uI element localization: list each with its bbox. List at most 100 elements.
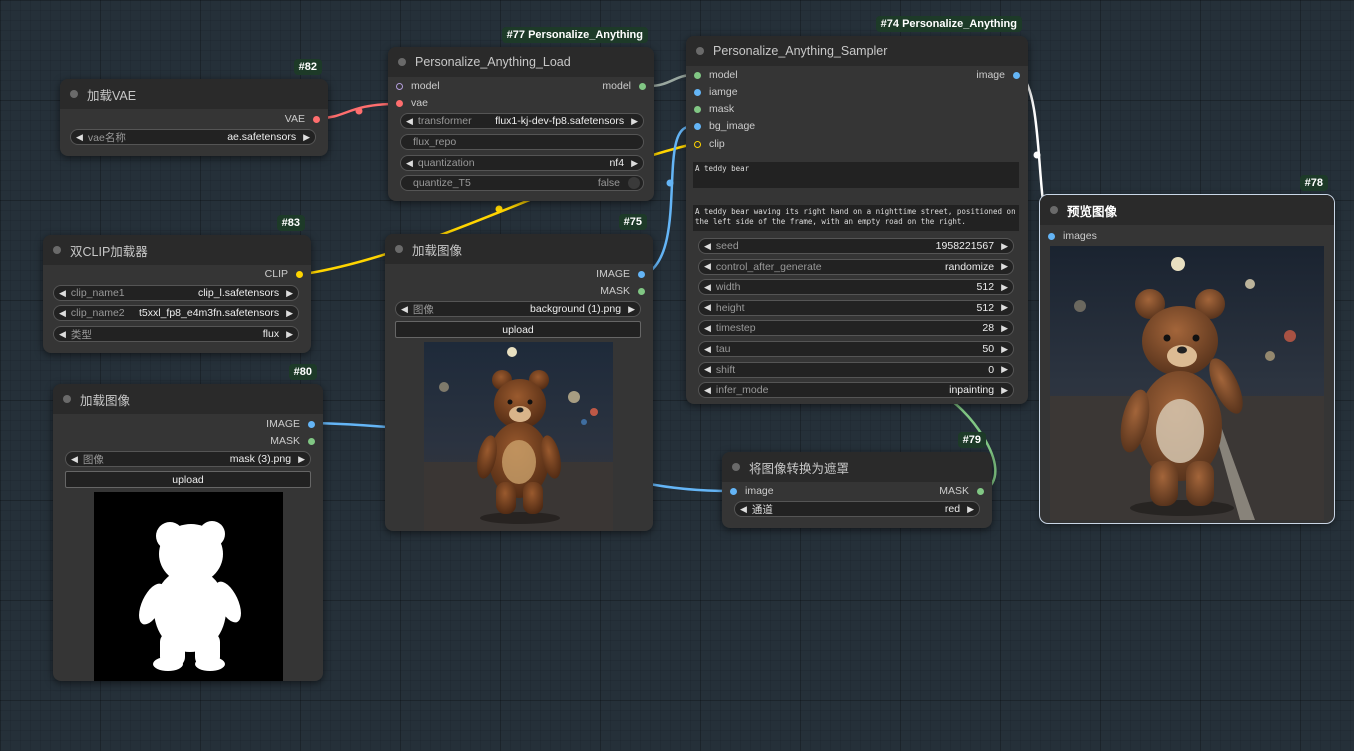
slot-dot-icon[interactable] [694, 122, 701, 130]
node-image-to-mask[interactable]: #79 将图像转换为遮罩 image MASK ◀ 通道 red ▶ [722, 432, 992, 528]
arrow-right-icon[interactable]: ▶ [298, 132, 315, 143]
input-slot-mask[interactable]: mask [694, 102, 734, 116]
slot-dot-icon[interactable] [396, 82, 403, 90]
output-slot-clip[interactable]: CLIP [265, 267, 303, 281]
slot-dot-icon[interactable] [308, 420, 315, 428]
widget-image-select[interactable]: ◀ 图像 background (1).png ▶ [395, 301, 641, 317]
arrow-left-icon[interactable]: ◀ [54, 329, 71, 340]
widget-transformer[interactable]: ◀ transformer flux1-kj-dev-fp8.safetenso… [400, 113, 644, 129]
arrow-left-icon[interactable]: ◀ [66, 454, 83, 465]
output-slot-model[interactable]: model [602, 79, 646, 93]
arrow-left-icon[interactable]: ◀ [699, 385, 716, 396]
arrow-right-icon[interactable]: ▶ [623, 304, 640, 315]
widget-type[interactable]: ◀ 类型 flux ▶ [53, 326, 299, 342]
output-slot-image[interactable]: image [976, 68, 1020, 82]
node-vae-loader[interactable]: #82 加载VAE VAE ◀ vae名称 ae.safetensors ▶ [60, 59, 328, 156]
input-slot-clip[interactable]: clip [694, 137, 725, 151]
slot-dot-icon[interactable] [694, 71, 701, 79]
widget-clip-name2[interactable]: ◀ clip_name2 t5xxl_fp8_e4m3fn.safetensor… [53, 305, 299, 321]
slot-dot-icon[interactable] [694, 140, 701, 148]
arrow-left-icon[interactable]: ◀ [699, 344, 716, 355]
node-dual-clip-loader[interactable]: #83 双CLIP加载器 CLIP ◀ clip_name1 clip_l.sa… [43, 215, 311, 353]
input-slot-bg-image[interactable]: bg_image [694, 119, 755, 133]
collapse-dot-icon[interactable] [732, 463, 740, 471]
output-slot-mask[interactable]: MASK [270, 434, 315, 448]
widget-timestep[interactable]: ◀ timestep 28 ▶ [698, 320, 1014, 337]
node-header[interactable]: 加载VAE [60, 79, 328, 109]
slot-dot-icon[interactable] [694, 105, 701, 113]
node-header[interactable]: 预览图像 [1040, 195, 1334, 225]
arrow-left-icon[interactable]: ◀ [699, 241, 716, 252]
arrow-right-icon[interactable]: ▶ [996, 323, 1013, 334]
arrow-right-icon[interactable]: ▶ [996, 385, 1013, 396]
slot-dot-icon[interactable] [296, 270, 303, 278]
upload-button[interactable]: upload [65, 471, 311, 488]
collapse-dot-icon[interactable] [53, 246, 61, 254]
slot-dot-icon[interactable] [638, 270, 645, 278]
widget-quantization[interactable]: ◀ quantization nf4 ▶ [400, 155, 644, 171]
collapse-dot-icon[interactable] [398, 58, 406, 66]
widget-control-after-generate[interactable]: ◀ control_after_generate randomize ▶ [698, 258, 1014, 275]
output-slot-image[interactable]: IMAGE [596, 267, 645, 281]
arrow-left-icon[interactable]: ◀ [699, 364, 716, 375]
widget-vae-name[interactable]: ◀ vae名称 ae.safetensors ▶ [70, 129, 316, 145]
arrow-right-icon[interactable]: ▶ [281, 308, 298, 319]
collapse-dot-icon[interactable] [696, 47, 704, 55]
collapse-dot-icon[interactable] [70, 90, 78, 98]
slot-dot-icon[interactable] [730, 487, 737, 495]
output-slot-image[interactable]: IMAGE [266, 417, 315, 431]
toggle-knob-icon[interactable] [628, 177, 640, 189]
node-header[interactable]: 加载图像 [53, 384, 323, 414]
arrow-left-icon[interactable]: ◀ [54, 308, 71, 319]
widget-channel[interactable]: ◀ 通道 red ▶ [734, 501, 980, 517]
arrow-right-icon[interactable]: ▶ [962, 504, 979, 515]
arrow-left-icon[interactable]: ◀ [71, 132, 88, 143]
slot-dot-icon[interactable] [396, 99, 403, 107]
output-slot-mask[interactable]: MASK [939, 484, 984, 498]
arrow-right-icon[interactable]: ▶ [626, 116, 643, 127]
arrow-left-icon[interactable]: ◀ [699, 323, 716, 334]
input-slot-iamge[interactable]: iamge [694, 85, 738, 99]
collapse-dot-icon[interactable] [63, 395, 71, 403]
upload-button[interactable]: upload [395, 321, 641, 338]
arrow-left-icon[interactable]: ◀ [699, 282, 716, 293]
slot-dot-icon[interactable] [639, 82, 646, 90]
output-slot-mask[interactable]: MASK [600, 284, 645, 298]
arrow-right-icon[interactable]: ▶ [996, 344, 1013, 355]
output-slot-vae[interactable]: VAE [285, 112, 320, 126]
node-header[interactable]: 加载图像 [385, 234, 653, 264]
slot-dot-icon[interactable] [977, 487, 984, 495]
widget-shift[interactable]: ◀ shift 0 ▶ [698, 361, 1014, 378]
slot-dot-icon[interactable] [308, 437, 315, 445]
arrow-left-icon[interactable]: ◀ [735, 504, 752, 515]
arrow-right-icon[interactable]: ▶ [996, 261, 1013, 272]
node-load-image-background[interactable]: #75 加载图像 IMAGE MASK ◀ 图像 background (1).… [385, 214, 653, 531]
arrow-right-icon[interactable]: ▶ [996, 302, 1013, 313]
input-slot-images[interactable]: images [1048, 229, 1097, 243]
node-personalize-anything-sampler[interactable]: #74 Personalize_Anything Personalize_Any… [686, 16, 1028, 404]
widget-flux-repo-input[interactable]: flux_repo [400, 134, 644, 150]
arrow-right-icon[interactable]: ▶ [281, 329, 298, 340]
arrow-left-icon[interactable]: ◀ [401, 116, 418, 127]
node-header[interactable]: 将图像转换为遮罩 [722, 452, 992, 482]
widget-seed[interactable]: ◀ seed 1958221567 ▶ [698, 238, 1014, 254]
widget-width[interactable]: ◀ width 512 ▶ [698, 279, 1014, 296]
slot-dot-icon[interactable] [1048, 232, 1055, 240]
node-preview-image[interactable]: #78 预览图像 images [1040, 175, 1334, 523]
input-slot-model[interactable]: model [694, 68, 738, 82]
arrow-right-icon[interactable]: ▶ [996, 282, 1013, 293]
arrow-right-icon[interactable]: ▶ [281, 288, 298, 299]
arrow-left-icon[interactable]: ◀ [54, 288, 71, 299]
prompt-textarea-1[interactable]: A teddy bear [693, 162, 1019, 188]
widget-clip-name1[interactable]: ◀ clip_name1 clip_l.safetensors ▶ [53, 285, 299, 301]
arrow-left-icon[interactable]: ◀ [699, 302, 716, 313]
node-personalize-anything-load[interactable]: #77 Personalize_Anything Personalize_Any… [388, 27, 654, 201]
widget-image-select[interactable]: ◀ 图像 mask (3).png ▶ [65, 451, 311, 467]
slot-dot-icon[interactable] [638, 287, 645, 295]
collapse-dot-icon[interactable] [1050, 206, 1058, 214]
arrow-right-icon[interactable]: ▶ [626, 158, 643, 169]
input-slot-model[interactable]: model [396, 79, 440, 93]
input-slot-image[interactable]: image [730, 484, 774, 498]
arrow-left-icon[interactable]: ◀ [699, 261, 716, 272]
widget-height[interactable]: ◀ height 512 ▶ [698, 299, 1014, 316]
